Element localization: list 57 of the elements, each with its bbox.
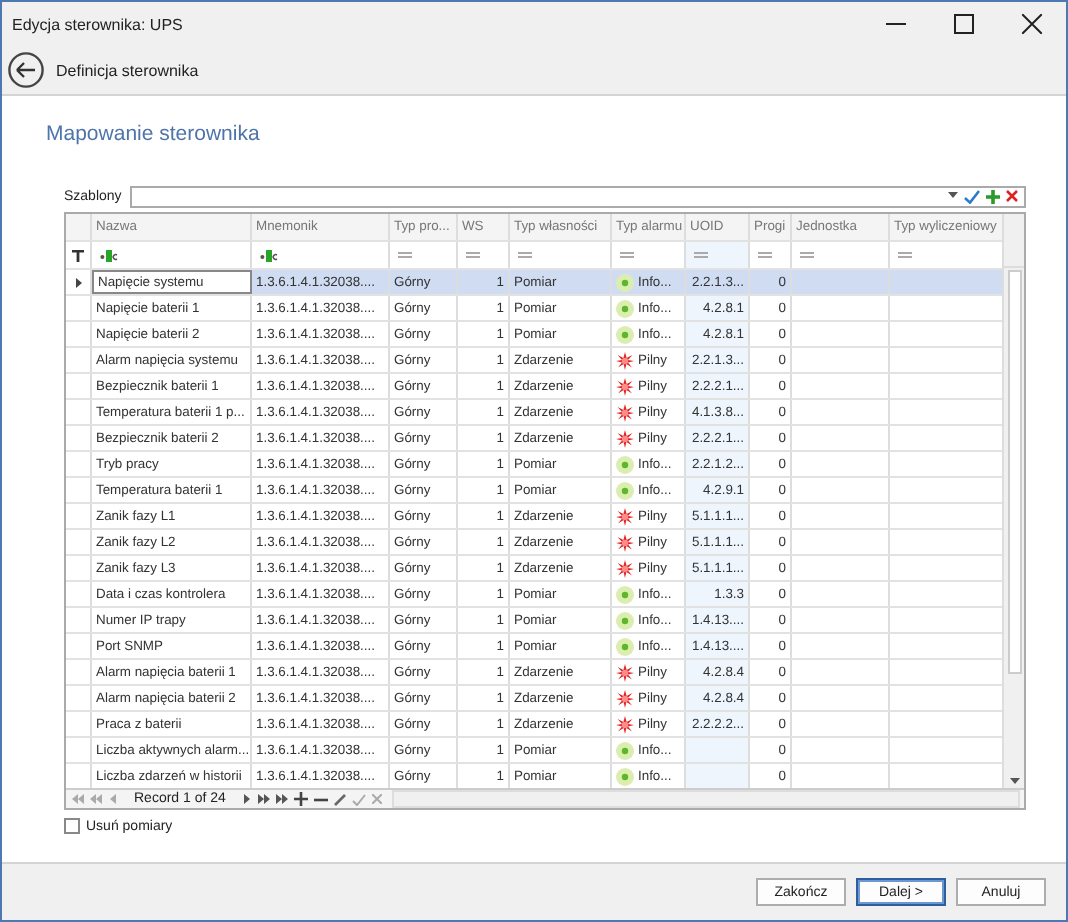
back-icon[interactable] <box>8 52 44 88</box>
scroll-down-icon[interactable] <box>1009 778 1019 784</box>
alert-burst-icon <box>616 403 634 421</box>
section-title: Mapowanie sterownika <box>46 122 262 146</box>
checkmark-icon[interactable] <box>964 189 980 203</box>
equals-filter-icon[interactable] <box>518 252 532 258</box>
row-pointer-icon <box>75 277 81 287</box>
add-icon[interactable] <box>293 792 308 806</box>
maximize-icon[interactable] <box>954 14 974 34</box>
equals-filter-icon[interactable] <box>898 252 912 258</box>
equals-filter-icon[interactable] <box>398 252 412 258</box>
prevpage-record-icon[interactable] <box>90 794 102 804</box>
info-dot-icon <box>616 767 634 785</box>
alert-burst-icon <box>616 689 634 707</box>
alert-burst-icon <box>616 377 634 395</box>
dropdown-caret-icon[interactable] <box>948 192 958 200</box>
first-record-icon[interactable] <box>72 794 84 804</box>
close-icon[interactable] <box>1022 14 1042 34</box>
cancel-icon[interactable] <box>371 794 382 804</box>
alert-burst-icon <box>616 559 634 577</box>
alert-burst-icon <box>616 351 634 369</box>
info-dot-icon <box>616 325 634 343</box>
horizontal-scrollbar[interactable] <box>391 790 1020 808</box>
info-dot-icon <box>616 637 634 655</box>
alert-burst-icon <box>616 507 634 525</box>
equals-filter-icon[interactable] <box>694 252 708 258</box>
pencil-icon[interactable] <box>333 793 346 805</box>
alert-burst-icon <box>616 715 634 733</box>
info-dot-icon <box>616 299 634 317</box>
checkmark-icon[interactable] <box>351 793 366 805</box>
page-header-title: Definicja sterownika <box>56 61 199 79</box>
plus-icon[interactable] <box>986 189 1000 203</box>
nextpage-record-icon[interactable] <box>257 794 270 804</box>
alert-burst-icon <box>616 429 634 447</box>
alert-burst-icon <box>616 533 634 551</box>
equals-filter-icon[interactable] <box>800 252 814 258</box>
equals-filter-icon[interactable] <box>466 252 480 258</box>
text-filter-icon[interactable] <box>100 249 118 261</box>
last-record-icon[interactable] <box>275 794 288 804</box>
info-dot-icon <box>616 481 634 499</box>
alert-burst-icon <box>616 663 634 681</box>
next-record-icon[interactable] <box>239 794 252 804</box>
info-dot-icon <box>616 455 634 473</box>
info-dot-icon <box>616 273 634 291</box>
prev-record-icon[interactable] <box>108 794 120 804</box>
window-title: Edycja sterownika: UPS <box>12 15 183 33</box>
info-dot-icon <box>616 585 634 603</box>
vertical-scrollbar[interactable] <box>1002 214 1024 788</box>
text-filter-icon[interactable] <box>260 249 278 261</box>
filter-icon[interactable] <box>72 249 84 261</box>
minus-icon[interactable] <box>313 797 328 801</box>
info-dot-icon <box>616 741 634 759</box>
info-dot-icon <box>616 611 634 629</box>
delete-icon[interactable] <box>1006 190 1018 202</box>
equals-filter-icon[interactable] <box>620 252 634 258</box>
equals-filter-icon[interactable] <box>758 252 772 258</box>
checkbox[interactable] <box>64 818 80 834</box>
